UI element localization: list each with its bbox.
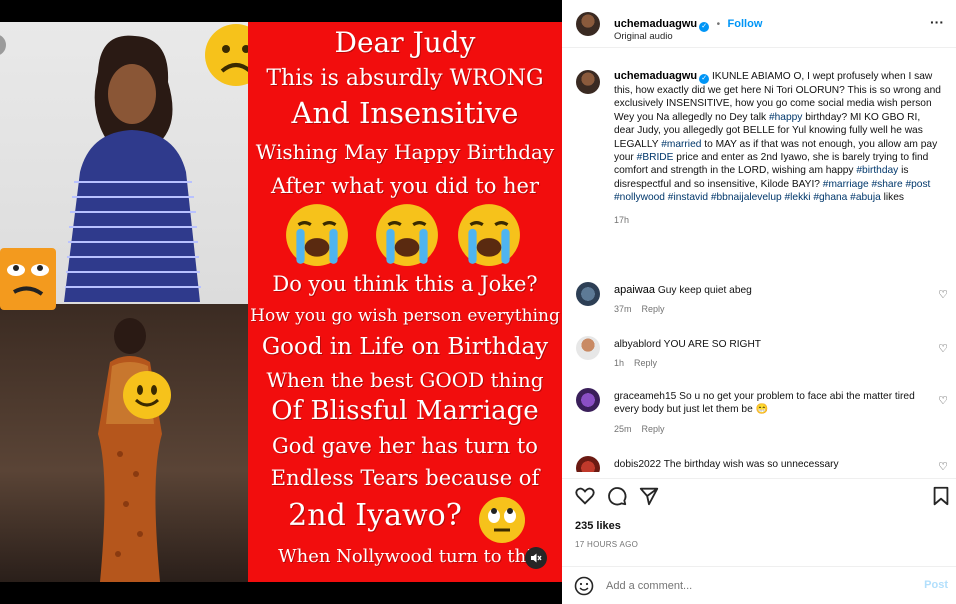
heart-icon[interactable] (574, 485, 596, 507)
avatar[interactable] (576, 388, 600, 412)
poster-line: Of Blissful Marriage (271, 396, 539, 426)
post-header: uchemaduagwu ✓ • Follow Original audio ··… (562, 0, 956, 48)
hashtag-link[interactable]: #BRIDE (637, 152, 674, 163)
action-bar (562, 478, 956, 512)
caption-text: likes (880, 192, 904, 204)
comment-username[interactable]: apaiwaa (614, 284, 655, 296)
post-media[interactable]: Dear Judy This is absurdly WRONG And Ins… (0, 22, 562, 582)
comment-item: dobis2022 The birthday wish was so unnec… (562, 456, 956, 472)
comment-username[interactable]: albyablord (614, 339, 661, 350)
emoji-icon[interactable] (574, 576, 594, 596)
avatar[interactable] (576, 336, 600, 360)
poster-line: Do you think this a Joke? (272, 272, 538, 296)
poster-line: Dear Judy (334, 26, 476, 59)
hashtag-link[interactable]: #married (661, 139, 701, 150)
like-comment-heart-icon[interactable]: ♡ (938, 460, 948, 472)
separator-dot: • (716, 19, 721, 30)
like-count[interactable]: 235 likes (575, 520, 621, 532)
eye-roll-face-icon (479, 497, 525, 543)
like-comment-heart-icon[interactable]: ♡ (938, 394, 948, 407)
like-comment-heart-icon[interactable]: ♡ (938, 288, 948, 301)
header-username[interactable]: uchemaduagwu (614, 18, 697, 30)
avatar[interactable] (576, 282, 600, 306)
verified-badge-icon: ✓ (699, 74, 710, 84)
bookmark-icon[interactable] (930, 485, 952, 507)
share-icon[interactable] (638, 485, 660, 507)
comment-username[interactable]: dobis2022 (614, 459, 661, 470)
like-comment-heart-icon[interactable]: ♡ (938, 342, 948, 355)
crying-face-icon (376, 204, 438, 266)
reply-button[interactable]: Reply (642, 304, 665, 314)
smiley-face-icon (123, 371, 171, 419)
poster-line: After what you did to her (270, 174, 540, 198)
poster-line: Wishing May Happy Birthday (255, 140, 555, 164)
hashtag-link[interactable]: #birthday (856, 165, 898, 176)
more-options-icon[interactable]: ··· (930, 14, 944, 30)
avatar[interactable] (576, 12, 600, 36)
follow-button[interactable]: Follow (728, 18, 763, 30)
reply-button[interactable]: Reply (642, 424, 665, 434)
comment-time: 1h (614, 358, 625, 368)
woman-figure-bottom (98, 318, 162, 582)
woman-figure-top (64, 35, 201, 302)
photo-woman-lace-gown (0, 304, 248, 582)
avatar[interactable] (576, 456, 600, 472)
poster-line: How you go wish person everything (250, 306, 560, 326)
post-caption: uchemaduagwu ✓ IKUNLE ABIAMO O, I wept pr… (614, 70, 942, 227)
crying-face-icon (458, 204, 520, 266)
poster-line: God gave her has turn to (272, 434, 538, 458)
post-modal: Dear Judy This is absurdly WRONG And Ins… (0, 0, 956, 604)
header-line: uchemaduagwu ✓ • Follow (614, 14, 762, 32)
caption-username[interactable]: uchemaduagwu (614, 70, 697, 82)
post-date: 17 HOURS AGO (575, 540, 639, 549)
mute-icon[interactable] (525, 547, 547, 569)
unamused-face-icon (0, 248, 56, 310)
poster-line: This is absurdly WRONG (266, 66, 544, 91)
poster-line: And Insensitive (291, 96, 519, 130)
hashtag-link[interactable]: #happy (769, 112, 802, 123)
post-sidebar: uchemaduagwu ✓ • Follow Original audio ··… (562, 0, 956, 604)
verified-badge-icon: ✓ (699, 22, 710, 32)
poster-line: When the best GOOD thing (266, 368, 544, 392)
comment-username[interactable]: graceameh15 (614, 391, 676, 402)
post-comment-button[interactable]: Post (924, 579, 948, 591)
poster-line: Endless Tears because of (270, 466, 540, 490)
avatar[interactable] (576, 70, 600, 94)
comment-text: YOU ARE SO RIGHT (663, 339, 762, 350)
poster-line: When Nollywood turn to thi (278, 546, 532, 567)
crying-face-icon (286, 204, 348, 266)
comment-text: The birthday wish was so unnecessary (663, 459, 839, 470)
comment-time: 25m (614, 424, 632, 434)
comment-composer: Post (562, 566, 956, 604)
comment-time: 37m (614, 304, 632, 314)
reply-button[interactable]: Reply (634, 358, 657, 368)
caption-time: 17h (614, 214, 630, 225)
poster-line: Good in Life on Birthday (261, 334, 549, 360)
comment-text: Guy keep quiet abeg (657, 285, 752, 296)
poster-text-panel: Dear Judy This is absurdly WRONG And Ins… (248, 22, 562, 582)
audio-label[interactable]: Original audio (614, 31, 673, 42)
add-comment-input[interactable] (606, 576, 886, 596)
comment-icon[interactable] (606, 485, 628, 507)
